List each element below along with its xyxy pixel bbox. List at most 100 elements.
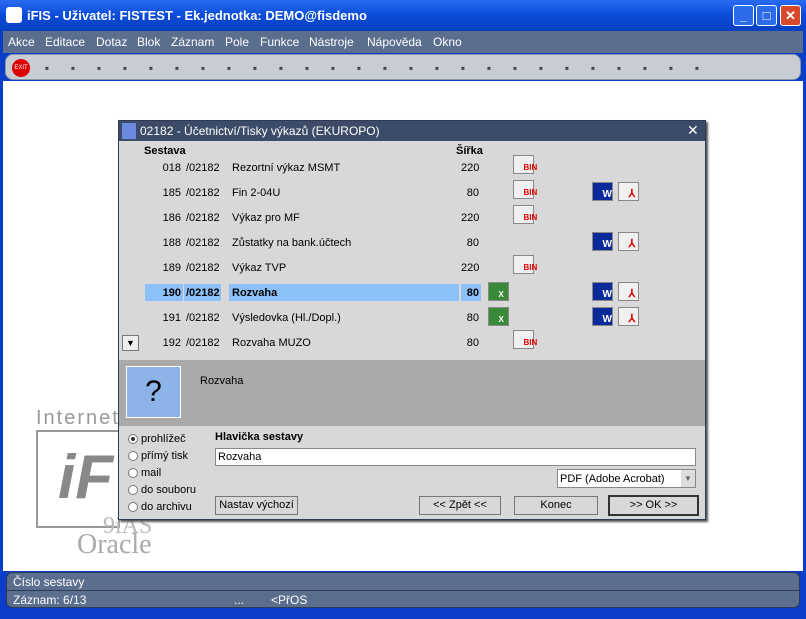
back-button[interactable]: << Zpět << [419, 496, 501, 515]
output-radio[interactable] [128, 451, 138, 461]
close-button[interactable]: ✕ [780, 5, 801, 26]
output-radio-label[interactable]: do archivu [141, 501, 192, 513]
description-panel: ? Rozvaha [119, 360, 705, 426]
report-header-input[interactable] [215, 448, 696, 466]
pdf-button[interactable]: ⅄ [618, 307, 639, 326]
table-row[interactable]: 191 /02182 Výsledovka (Hl./Dopl.) 80 X W ⅄ [119, 307, 705, 329]
output-radio-label[interactable]: přímý tisk [141, 450, 188, 462]
dialog-close-icon[interactable]: ✕ [687, 122, 699, 139]
bin-button[interactable]: BIN [513, 155, 537, 174]
search-icon[interactable]: ▪ [402, 59, 420, 77]
report-name: Výkaz pro MF [232, 212, 300, 224]
sum-icon[interactable]: ▪ [584, 59, 602, 77]
bin-button[interactable]: BIN [513, 205, 537, 224]
report-number: 191 [162, 312, 181, 324]
menu-6[interactable]: Funkce [260, 35, 299, 49]
duplicate-record-icon[interactable]: ▪ [64, 59, 82, 77]
table-row[interactable]: 190 /02182 Rozvaha 80 X W ⅄ [119, 282, 705, 304]
status-dots: ... [234, 593, 245, 607]
cancel-query-icon[interactable]: ▪ [168, 59, 186, 77]
filter-icon[interactable]: ▪ [246, 59, 264, 77]
enter-query-icon[interactable]: ▪ [116, 59, 134, 77]
table-row[interactable]: 186 /02182 Výkaz pro MF 220 BIN [119, 205, 705, 229]
window-title: iFIS - Uživatel: FISTEST - Ek.jednotka: … [27, 8, 367, 23]
report-code: /02182 [184, 284, 221, 301]
excel-button[interactable]: X [488, 282, 509, 301]
paste-icon[interactable]: ▪ [376, 59, 394, 77]
word-button[interactable]: W [592, 307, 613, 326]
col-header-sirka: Šířka [456, 145, 483, 157]
report-name: Fin 2-04U [232, 187, 281, 199]
exit-icon[interactable]: EXIT [12, 59, 30, 77]
menu-3[interactable]: Blok [137, 35, 160, 49]
output-radio-label[interactable]: do souboru [141, 484, 196, 496]
copy-icon[interactable]: ▪ [350, 59, 368, 77]
pdf-button[interactable]: ⅄ [618, 182, 639, 201]
menu-0[interactable]: Akce [8, 35, 35, 49]
report-width: 80 [461, 284, 481, 301]
chart-icon[interactable]: ▪ [532, 59, 550, 77]
minimize-button[interactable]: _ [733, 5, 754, 26]
ok-button[interactable]: >> OK >> [608, 495, 699, 516]
menu-9[interactable]: Okno [433, 35, 462, 49]
settings-icon[interactable]: ▪ [506, 59, 524, 77]
excel-icon[interactable]: ▪ [610, 59, 628, 77]
output-radio[interactable] [128, 434, 138, 444]
status-hint: Číslo sestavy [13, 575, 85, 589]
insert-record-icon[interactable]: ▪ [38, 59, 56, 77]
ie-icon[interactable]: ▪ [636, 59, 654, 77]
pdf-icon: ⅄ [628, 313, 636, 325]
word-button[interactable]: W [592, 182, 613, 201]
output-radio-label[interactable]: prohlížeč [141, 433, 186, 445]
cut-icon[interactable]: ▪ [324, 59, 342, 77]
excel-button[interactable]: X [488, 307, 509, 326]
help-icon[interactable]: ▪ [662, 59, 680, 77]
report-name: Rozvaha MUZO [232, 337, 311, 349]
set-default-button[interactable]: Nastav výchozí [215, 496, 298, 515]
pdf-button[interactable]: ⅄ [618, 282, 639, 301]
report-icon[interactable]: ▪ [480, 59, 498, 77]
scroll-down-button[interactable]: ▼ [122, 335, 139, 351]
calc-icon[interactable]: ▪ [558, 59, 576, 77]
table-row[interactable]: 185 /02182 Fin 2-04U 80 BIN W ⅄ [119, 180, 705, 204]
menu-7[interactable]: Nástroje [309, 35, 354, 49]
output-radio[interactable] [128, 485, 138, 495]
tree-icon[interactable]: ▪ [454, 59, 472, 77]
menu-5[interactable]: Pole [225, 35, 249, 49]
report-name: Rezortní výkaz MSMT [232, 162, 341, 174]
bin-button[interactable]: BIN [513, 255, 537, 274]
word-button[interactable]: W [592, 232, 613, 251]
bin-button[interactable]: BIN [513, 330, 537, 349]
delete-record-icon[interactable]: ▪ [90, 59, 108, 77]
output-radio-label[interactable]: mail [141, 467, 161, 479]
print-icon[interactable]: ▪ [272, 59, 290, 77]
menu-4[interactable]: Záznam [171, 35, 214, 49]
sort-desc-icon[interactable]: ▪ [220, 59, 238, 77]
table-row[interactable]: 189 /02182 Výkaz TVP 220 BIN [119, 255, 705, 279]
menu-8[interactable]: Nápověda [367, 35, 422, 49]
end-button[interactable]: Konec [514, 496, 598, 515]
title-bar: iFIS - Uživatel: FISTEST - Ek.jednotka: … [0, 0, 806, 31]
word-button[interactable]: W [592, 282, 613, 301]
status-bar: Číslo sestavy Záznam: 6/13 ... <PřOS [6, 572, 800, 608]
sort-asc-icon[interactable]: ▪ [194, 59, 212, 77]
maximize-button[interactable]: □ [756, 5, 777, 26]
output-radio[interactable] [128, 502, 138, 512]
bin-button[interactable]: BIN [513, 180, 537, 199]
context-help-icon[interactable]: ▪ [688, 59, 706, 77]
table-row[interactable]: 192 /02182 Rozvaha MUZO 80 BIN [119, 330, 705, 354]
list-icon[interactable]: ▪ [428, 59, 446, 77]
menu-2[interactable]: Dotaz [96, 35, 127, 49]
menu-1[interactable]: Editace [45, 35, 85, 49]
toolbar: EXIT ▪ ▪ ▪ ▪ ▪ ▪ ▪ ▪ ▪ ▪ ▪ ▪ ▪ ▪ ▪ ▪ ▪ ▪ ▪ ▪ ▪ ▪ ▪ ▪ ▪ ▪ [5, 54, 801, 80]
pdf-button[interactable]: ⅄ [618, 232, 639, 251]
table-row[interactable]: 188 /02182 Zůstatky na bank.účtech 80 W ⅄ [119, 232, 705, 254]
pdf-icon: ⅄ [628, 238, 636, 250]
output-radio[interactable] [128, 468, 138, 478]
word-icon: W [602, 189, 612, 200]
print-setup-icon[interactable]: ▪ [298, 59, 316, 77]
report-code: /02182 [186, 262, 220, 274]
table-row[interactable]: 018 /02182 Rezortní výkaz MSMT 220 BIN [119, 155, 705, 179]
execute-query-icon[interactable]: ▪ [142, 59, 160, 77]
format-select[interactable]: PDF (Adobe Acrobat) ▼ [557, 469, 696, 488]
